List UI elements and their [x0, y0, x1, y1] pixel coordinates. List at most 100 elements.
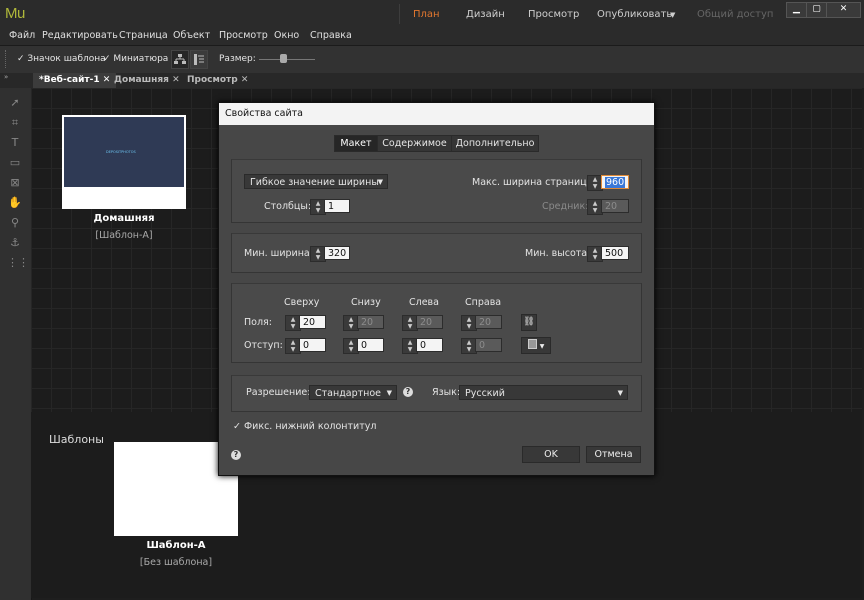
menu-edit[interactable]: Редактировать: [42, 30, 118, 41]
language-label: Язык:: [432, 387, 461, 398]
menu-file[interactable]: Файл: [9, 30, 35, 41]
menu-window[interactable]: Окно: [274, 30, 299, 41]
home-page-thumbnail[interactable]: DEPOSITPHOTOS: [62, 115, 186, 209]
min-height-input[interactable]: 500: [601, 246, 629, 260]
padding-bottom-input[interactable]: 0: [357, 338, 384, 352]
resolution-dropdown[interactable]: Стандартное ▼: [309, 385, 397, 400]
margin-bottom-header: Снизу: [351, 297, 381, 308]
menu-view[interactable]: Просмотр: [219, 30, 268, 41]
size-label: Размер:: [219, 54, 256, 64]
thumbnail-checkbox[interactable]: ✓ Миниатюра: [103, 54, 168, 64]
image-frame-tool-icon[interactable]: ⊠: [7, 176, 23, 190]
home-thumbnail-logo: DEPOSITPHOTOS: [106, 150, 136, 154]
thumbnail-label: Миниатюра: [113, 54, 169, 64]
padding-top-input[interactable]: 0: [299, 338, 326, 352]
size-slider-handle[interactable]: [280, 54, 287, 63]
min-size-panel: Мин. ширина: ▲ ▼ 320 Мин. высота: ▲ ▼ 500: [231, 233, 642, 273]
min-width-label: Мин. ширина:: [244, 248, 313, 259]
margin-top-header: Сверху: [284, 297, 320, 308]
padding-label: Отступ:: [244, 340, 283, 351]
padding-mode-dropdown[interactable]: ▼: [521, 337, 551, 354]
width-panel: Гибкое значение ширины ▼ Макс. ширина стр…: [231, 159, 642, 223]
columns-input[interactable]: 1: [324, 199, 350, 213]
mode-design-tab[interactable]: Дизайн: [466, 9, 505, 20]
menu-page[interactable]: Страница: [119, 30, 168, 41]
padding-right-input[interactable]: 0: [475, 338, 502, 352]
chevron-down-icon: ▼: [617, 389, 623, 397]
tab-preview[interactable]: Просмотр ✕: [181, 73, 254, 88]
max-width-label: Макс. ширина страницы:: [472, 177, 598, 188]
text-tool-icon[interactable]: T: [7, 136, 23, 150]
min-width-input[interactable]: 320: [324, 246, 350, 260]
tab-advanced[interactable]: Дополнительно: [451, 135, 539, 152]
panel-collapse-icon[interactable]: »: [4, 73, 8, 81]
mode-plan-tab[interactable]: План: [413, 9, 440, 20]
template-icon-checkbox[interactable]: ✓ Значок шаблона: [17, 54, 106, 64]
tab-layout[interactable]: Макет: [334, 135, 378, 152]
max-width-input[interactable]: 960: [601, 175, 629, 189]
tab-home[interactable]: Домашняя ✕: [108, 73, 186, 88]
mode-preview-tab[interactable]: Просмотр: [528, 9, 579, 20]
min-height-label: Мин. высота:: [525, 248, 591, 259]
mode-publish-button[interactable]: Опубликовать: [597, 9, 672, 20]
tab-website[interactable]: *Веб-сайт-1 ✕: [33, 73, 117, 88]
link-icon[interactable]: ⛓: [521, 314, 537, 331]
field-right-input[interactable]: 20: [475, 315, 502, 329]
language-dropdown[interactable]: Русский ▼: [459, 385, 628, 400]
zoom-tool-icon[interactable]: ⚲: [7, 216, 23, 230]
columns-label: Столбцы:: [264, 201, 312, 212]
ok-button[interactable]: OK: [522, 446, 580, 463]
padding-left-input[interactable]: 0: [416, 338, 443, 352]
help-icon[interactable]: ?: [231, 450, 241, 460]
chevron-down-icon: ▼: [386, 389, 392, 397]
templates-heading: Шаблоны: [49, 433, 104, 446]
cancel-button[interactable]: Отмена: [586, 446, 641, 463]
close-icon[interactable]: ✕: [241, 75, 249, 85]
sticky-footer-checkbox[interactable]: ✓ Фикс. нижний колонтитул: [233, 421, 376, 432]
gutter-label: Средник:: [542, 201, 589, 212]
maximize-icon[interactable]: ▢: [806, 2, 827, 18]
close-icon[interactable]: ✕: [172, 75, 180, 85]
menu-bar: Файл Редактировать Страница Объект Просм…: [0, 28, 864, 45]
sitemap-view-icon[interactable]: [171, 50, 189, 69]
toolbar: ✓ Значок шаблона ✓ Миниатюра Размер:: [0, 45, 864, 74]
menu-object[interactable]: Объект: [173, 30, 210, 41]
chevron-down-icon[interactable]: ▼: [670, 11, 675, 19]
crop-tool-icon[interactable]: ⌗: [7, 116, 23, 130]
gutter-input[interactable]: 20: [601, 199, 629, 213]
tab-content[interactable]: Содержимое: [377, 135, 452, 152]
title-bar: Mu План Дизайн Просмотр Опубликовать ▼ О…: [0, 0, 864, 29]
width-mode-dropdown[interactable]: Гибкое значение ширины ▼: [244, 174, 388, 189]
margins-panel: Сверху Снизу Слева Справа Поля: ▲ ▼ 20 ▲ ▼…: [231, 283, 642, 363]
resolution-panel: Разрешение: Стандартное ▼ ? Язык: Русский…: [231, 375, 642, 412]
field-left-input[interactable]: 20: [416, 315, 443, 329]
chevron-down-icon: ▼: [539, 343, 545, 350]
field-bottom-input[interactable]: 20: [357, 315, 384, 329]
mode-share-button[interactable]: Общий доступ: [697, 9, 773, 20]
chevron-down-icon: ▼: [377, 178, 383, 186]
template-a-template: [Без шаблона]: [139, 557, 213, 568]
margin-right-header: Справа: [465, 297, 502, 308]
margin-left-header: Слева: [409, 297, 439, 308]
template-a-name[interactable]: Шаблон-А: [114, 540, 238, 551]
field-top-input[interactable]: 20: [299, 315, 326, 329]
size-slider-track[interactable]: [259, 59, 315, 60]
document-tabs: » *Веб-сайт-1 ✕ Домашняя ✕ Просмотр ✕: [0, 73, 864, 88]
hand-tool-icon[interactable]: ✋: [7, 196, 23, 210]
help-icon[interactable]: ?: [403, 387, 413, 397]
sticky-footer-label: Фикс. нижний колонтитул: [243, 421, 377, 432]
home-page-name[interactable]: Домашняя: [62, 213, 186, 224]
menu-help[interactable]: Справка: [310, 30, 352, 41]
widget-tool-icon[interactable]: ⋮⋮: [7, 256, 29, 270]
toolbar-grip: [5, 50, 8, 68]
rectangle-tool-icon[interactable]: ▭: [7, 156, 23, 170]
minimize-icon[interactable]: ▁: [786, 2, 807, 18]
site-properties-dialog: Свойства сайта Макет Содержимое Дополнит…: [218, 102, 655, 476]
selection-tool-icon[interactable]: ➚: [7, 96, 23, 110]
close-icon[interactable]: ✕: [826, 2, 861, 18]
tools-panel: ➚ ⌗ T ▭ ⊠ ✋ ⚲ ⚓ ⋮⋮: [0, 88, 32, 600]
anchor-tool-icon[interactable]: ⚓: [7, 236, 23, 250]
home-page-template: [Шаблон-А]: [95, 230, 153, 241]
resolution-label: Разрешение:: [246, 387, 311, 398]
list-view-icon[interactable]: [190, 50, 208, 69]
